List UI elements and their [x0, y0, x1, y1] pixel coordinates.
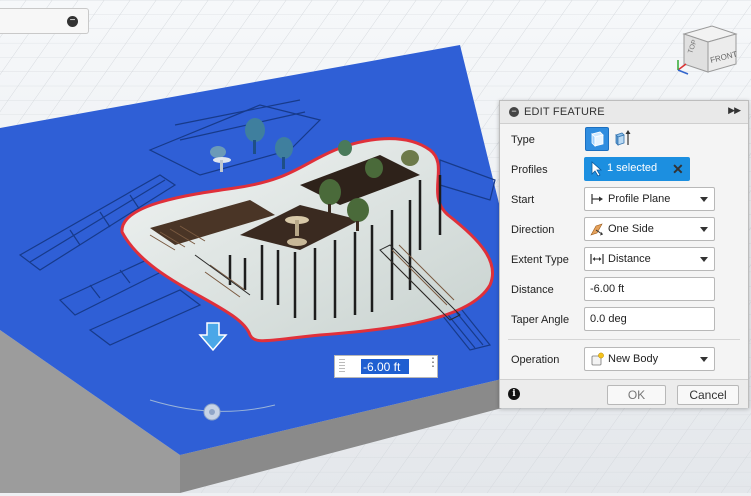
distance-dimension-input[interactable]: [361, 359, 409, 374]
3d-viewport[interactable]: − TOP FRONT ⋮ − EDIT FEATURE ▶▶ Type: [0, 0, 751, 493]
operation-row: Operation New Body: [500, 347, 750, 373]
clear-selection-icon[interactable]: ✕: [672, 161, 684, 178]
ok-button[interactable]: OK: [607, 385, 666, 405]
chevron-down-icon: [700, 357, 708, 362]
view-cube[interactable]: TOP FRONT: [672, 20, 744, 92]
profiles-label: Profiles: [511, 164, 548, 176]
operation-label: Operation: [511, 354, 560, 366]
taper-angle-input[interactable]: 0.0 deg: [584, 307, 715, 331]
extent-type-row: Extent Type Distance: [500, 247, 750, 273]
panel-separator: [508, 339, 740, 340]
extrude-body-icon: [591, 131, 604, 147]
distance-row: Distance -6.00 ft: [500, 277, 750, 303]
profiles-value: 1 selected: [607, 162, 658, 174]
chevron-down-icon: [700, 257, 708, 262]
distance-label: Distance: [511, 284, 554, 296]
edit-feature-panel: − EDIT FEATURE ▶▶ Type Profiles 1 select…: [499, 100, 749, 408]
profiles-row: Profiles 1 selected ✕: [500, 157, 750, 183]
panel-header[interactable]: − EDIT FEATURE ▶▶: [500, 101, 748, 124]
direction-dropdown[interactable]: One Side: [584, 217, 715, 241]
extent-type-dropdown[interactable]: Distance: [584, 247, 715, 271]
type-extrude-button[interactable]: [585, 127, 609, 151]
operation-value: New Body: [608, 353, 659, 365]
start-dropdown[interactable]: Profile Plane: [584, 187, 715, 211]
operation-dropdown[interactable]: New Body: [584, 347, 715, 371]
distance-icon: [590, 254, 604, 264]
distance-dimension-box[interactable]: ⋮: [334, 355, 439, 378]
new-body-icon: [591, 352, 604, 366]
collapse-icon[interactable]: −: [67, 16, 78, 27]
panel-collapse-icon[interactable]: −: [509, 107, 519, 117]
type-thin-extrude-button[interactable]: [612, 127, 636, 151]
direction-value: One Side: [608, 223, 654, 235]
cancel-button[interactable]: Cancel: [677, 385, 739, 405]
taper-angle-row: Taper Angle 0.0 deg: [500, 307, 750, 333]
profile-plane-icon: [591, 194, 603, 204]
start-label: Start: [511, 194, 535, 206]
extent-type-label: Extent Type: [511, 254, 569, 266]
browser-pill[interactable]: −: [0, 8, 89, 34]
more-options-icon[interactable]: ⋮: [427, 356, 439, 368]
direction-row: Direction One Side: [500, 217, 750, 243]
chevron-down-icon: [700, 197, 708, 202]
start-value: Profile Plane: [608, 193, 671, 205]
drag-grip-icon[interactable]: [339, 359, 345, 374]
chevron-down-icon: [700, 227, 708, 232]
type-row: Type: [500, 127, 750, 153]
panel-title: EDIT FEATURE: [524, 106, 605, 118]
cursor-arrow-icon: [591, 161, 603, 177]
panel-expand-icon[interactable]: ▶▶: [728, 105, 741, 116]
info-icon[interactable]: i: [508, 388, 520, 400]
type-label: Type: [511, 134, 535, 146]
taper-angle-label: Taper Angle: [511, 314, 570, 326]
start-row: Start Profile Plane: [500, 187, 750, 213]
direction-label: Direction: [511, 224, 555, 236]
one-side-icon: [590, 223, 603, 236]
extent-type-value: Distance: [608, 253, 651, 265]
panel-footer: i OK Cancel: [500, 379, 748, 408]
thin-extrude-icon: [615, 130, 631, 146]
distance-input[interactable]: -6.00 ft: [584, 277, 715, 301]
